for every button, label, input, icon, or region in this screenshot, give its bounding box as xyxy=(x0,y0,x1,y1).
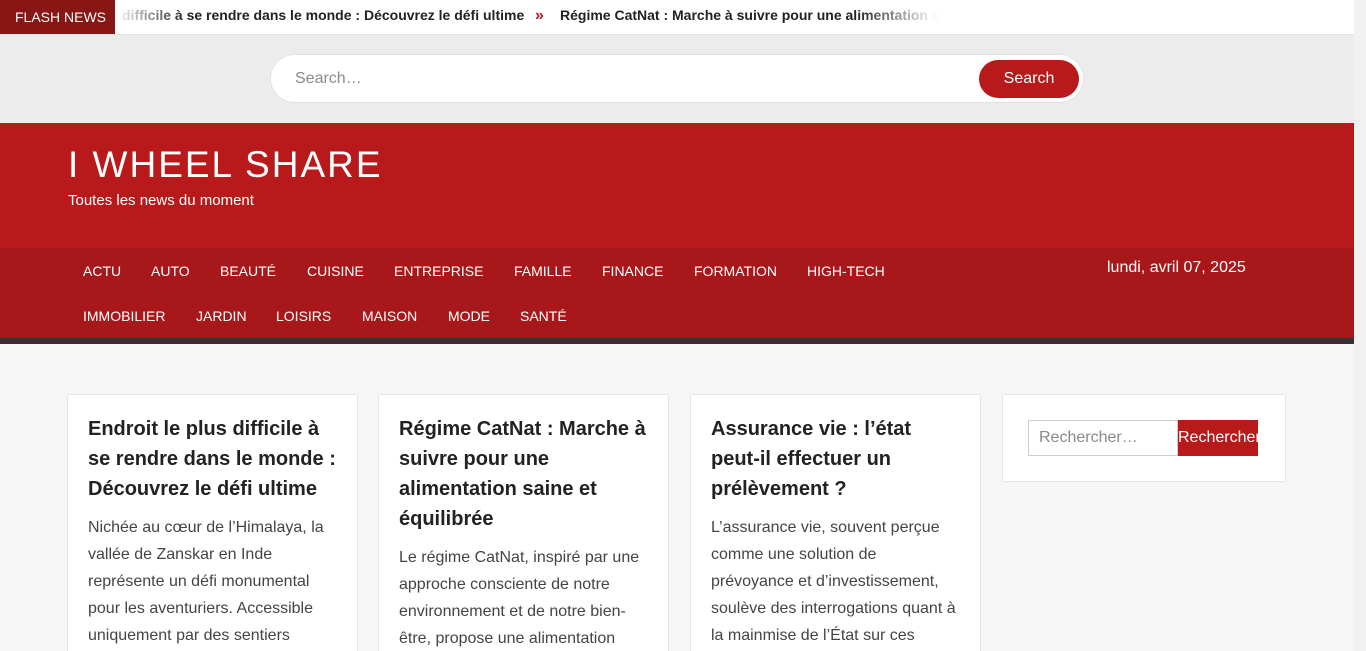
nav-item-famille[interactable]: FAMILLE xyxy=(514,260,572,282)
site-tagline: Toutes les news du moment xyxy=(68,192,254,209)
nav-item-mode[interactable]: MODE xyxy=(448,305,490,327)
nav-item-loisirs[interactable]: LOISIRS xyxy=(276,305,331,327)
top-search-band: Search xyxy=(0,35,1354,123)
post-title[interactable]: Endroit le plus difficile à se rendre da… xyxy=(88,414,337,504)
post-title[interactable]: Assurance vie : l’état peut-il effectuer… xyxy=(711,414,960,504)
sidebar-search-input[interactable] xyxy=(1028,420,1178,456)
post-card: Assurance vie : l’état peut-il effectuer… xyxy=(690,394,981,651)
flash-news-label: FLASH NEWS xyxy=(0,0,115,34)
nav-item-auto[interactable]: AUTO xyxy=(151,260,190,282)
nav-item-sante[interactable]: SANTÉ xyxy=(520,305,567,327)
post-title[interactable]: Régime CatNat : Marche à suivre pour une… xyxy=(399,414,648,534)
nav-item-formation[interactable]: FORMATION xyxy=(694,260,777,282)
site-header: I WHEEL SHARE Toutes les news du moment xyxy=(0,123,1354,248)
nav-item-actu[interactable]: ACTU xyxy=(83,260,121,282)
site-title[interactable]: I WHEEL SHARE xyxy=(68,144,383,186)
post-excerpt: Le régime CatNat, inspiré par une approc… xyxy=(399,549,640,647)
current-date: lundi, avril 07, 2025 xyxy=(1107,259,1246,276)
nav-item-entreprise[interactable]: ENTREPRISE xyxy=(394,260,483,282)
top-search-form: Search xyxy=(270,54,1084,103)
nav-item-immobilier[interactable]: IMMOBILIER xyxy=(83,305,165,327)
main-navigation: ACTU AUTO BEAUTÉ CUISINE ENTREPRISE FAMI… xyxy=(0,248,1354,338)
flash-news-bar: FLASH NEWS difficile à se rendre dans le… xyxy=(0,0,1354,35)
post-excerpt: Nichée au cœur de l’Himalaya, la vallée … xyxy=(88,519,324,644)
post-excerpt: L’assurance vie, souvent perçue comme un… xyxy=(711,519,956,644)
sidebar-search-widget: Rechercher xyxy=(1002,394,1286,482)
ticker-mask xyxy=(947,0,1354,34)
nav-item-finance[interactable]: FINANCE xyxy=(602,260,663,282)
nav-item-high-tech[interactable]: HIGH-TECH xyxy=(807,260,885,282)
page-scrollbar[interactable] xyxy=(1354,0,1366,651)
sidebar-search-button[interactable]: Rechercher xyxy=(1178,420,1258,456)
nav-item-cuisine[interactable]: CUISINE xyxy=(307,260,364,282)
post-card: Régime CatNat : Marche à suivre pour une… xyxy=(378,394,669,651)
double-chevron-right-icon: » xyxy=(535,7,544,24)
nav-item-jardin[interactable]: JARDIN xyxy=(196,305,247,327)
nav-item-maison[interactable]: MAISON xyxy=(362,305,417,327)
flash-news-ticker: difficile à se rendre dans le monde : Dé… xyxy=(115,0,1354,34)
nav-bottom-border xyxy=(0,338,1354,344)
post-card: Endroit le plus difficile à se rendre da… xyxy=(67,394,358,651)
top-search-button[interactable]: Search xyxy=(979,60,1079,98)
ticker-fade-left xyxy=(115,0,185,34)
nav-item-beaute[interactable]: BEAUTÉ xyxy=(220,260,276,282)
top-search-input[interactable] xyxy=(295,67,975,91)
